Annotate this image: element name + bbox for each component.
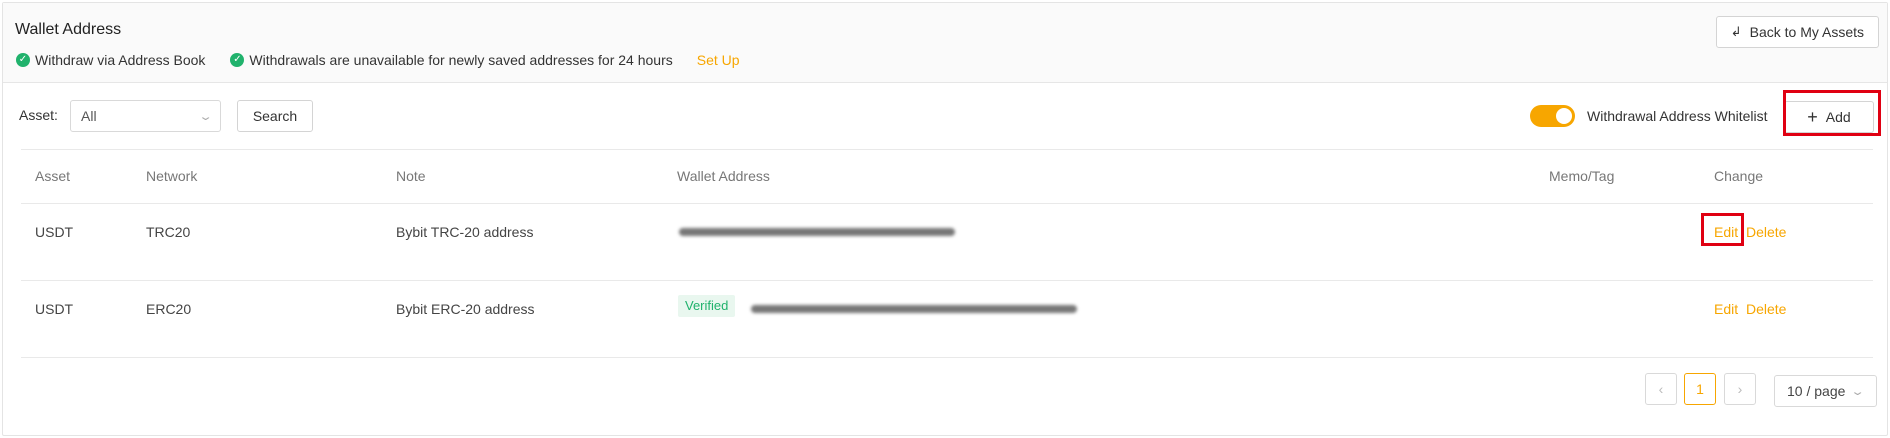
- page-size-value: 10 / page: [1787, 383, 1846, 399]
- cell-network: ERC20: [146, 301, 192, 317]
- cell-network: TRC20: [146, 224, 191, 240]
- column-change: Change: [1714, 168, 1764, 184]
- asset-select-value: All: [81, 108, 97, 124]
- prev-page-button[interactable]: ‹: [1645, 373, 1677, 405]
- cell-note: Bybit TRC-20 address: [396, 224, 534, 240]
- redacted-wallet-address: [679, 228, 955, 236]
- delete-link[interactable]: Delete: [1746, 301, 1786, 317]
- chevron-left-icon: ‹: [1658, 381, 1664, 397]
- column-memo-tag: Memo/Tag: [1549, 168, 1615, 184]
- next-page-button[interactable]: ›: [1724, 373, 1756, 405]
- back-to-assets-button[interactable]: ↲ Back to My Assets: [1715, 16, 1879, 48]
- cell-asset: USDT: [35, 224, 74, 240]
- add-address-button[interactable]: + Add: [1784, 101, 1874, 133]
- table-header: Asset Network Note Wallet Address Memo/T…: [3, 149, 1887, 204]
- plus-icon: +: [1807, 107, 1818, 127]
- wallet-address-card: Wallet Address ✓ Withdraw via Address Bo…: [2, 2, 1888, 436]
- chevron-down-icon: ⌄: [198, 110, 213, 123]
- column-note: Note: [396, 168, 426, 184]
- return-arrow-icon: ↲: [1730, 24, 1742, 39]
- notice-text: Withdrawals are unavailable for newly sa…: [249, 52, 673, 68]
- whitelist-toggle[interactable]: [1530, 105, 1575, 127]
- notice-text: Withdraw via Address Book: [35, 52, 206, 68]
- search-button[interactable]: Search: [237, 100, 313, 132]
- verified-badge: Verified: [678, 295, 736, 317]
- page-number-button[interactable]: 1: [1684, 373, 1716, 405]
- page-header: Wallet Address ✓ Withdraw via Address Bo…: [3, 3, 1887, 83]
- divider: [21, 357, 1873, 358]
- column-wallet-address: Wallet Address: [677, 168, 770, 184]
- table-row: USDT ERC20 Bybit ERC-20 address Verified…: [3, 280, 1887, 357]
- whitelist-label: Withdrawal Address Whitelist: [1587, 108, 1768, 124]
- filter-toolbar: Asset: All ⌄ Search Withdrawal Address W…: [3, 83, 1887, 149]
- add-address-label: Add: [1825, 109, 1851, 125]
- cell-asset: USDT: [35, 301, 74, 317]
- setup-link[interactable]: Set Up: [697, 52, 740, 68]
- page-title: Wallet Address: [15, 21, 122, 38]
- asset-select[interactable]: All ⌄: [70, 100, 221, 132]
- cell-note: Bybit ERC-20 address: [396, 301, 535, 317]
- chevron-right-icon: ›: [1737, 381, 1743, 397]
- delete-link[interactable]: Delete: [1746, 224, 1786, 240]
- edit-link[interactable]: Edit: [1714, 301, 1738, 317]
- toggle-knob: [1556, 108, 1572, 124]
- column-network: Network: [146, 168, 198, 184]
- redacted-wallet-address: [751, 305, 1077, 313]
- notice-list: ✓ Withdraw via Address Book ✓ Withdrawal…: [16, 52, 740, 68]
- notice-address-book: ✓ Withdraw via Address Book: [16, 52, 205, 68]
- edit-link[interactable]: Edit: [1714, 224, 1738, 240]
- table-row: USDT TRC20 Bybit TRC-20 address Edit Del…: [3, 203, 1887, 280]
- notice-24-hours: ✓ Withdrawals are unavailable for newly …: [230, 52, 673, 68]
- column-asset: Asset: [35, 168, 71, 184]
- check-circle-icon: ✓: [16, 53, 30, 67]
- asset-filter-label: Asset:: [19, 107, 58, 123]
- page-size-select[interactable]: 10 / page ⌄: [1774, 375, 1877, 407]
- check-circle-icon: ✓: [230, 53, 245, 67]
- chevron-down-icon: ⌄: [1850, 385, 1866, 398]
- back-to-assets-label: Back to My Assets: [1749, 24, 1864, 40]
